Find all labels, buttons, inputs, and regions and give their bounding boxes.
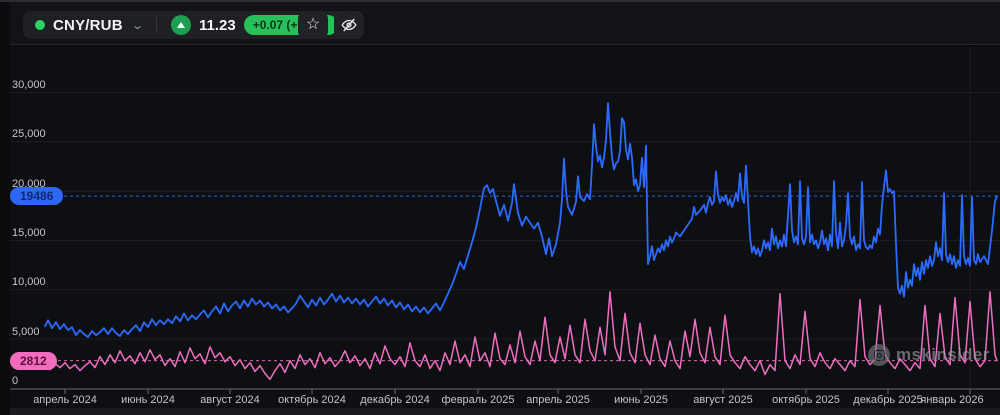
chart-canvas[interactable] [0, 0, 1000, 415]
bottom-strip [10, 408, 1000, 415]
app-window: CNY/RUB ⌄ 11.23 +0.07 (+0.6%) ☆ 0 5,000 10… [0, 0, 1000, 415]
